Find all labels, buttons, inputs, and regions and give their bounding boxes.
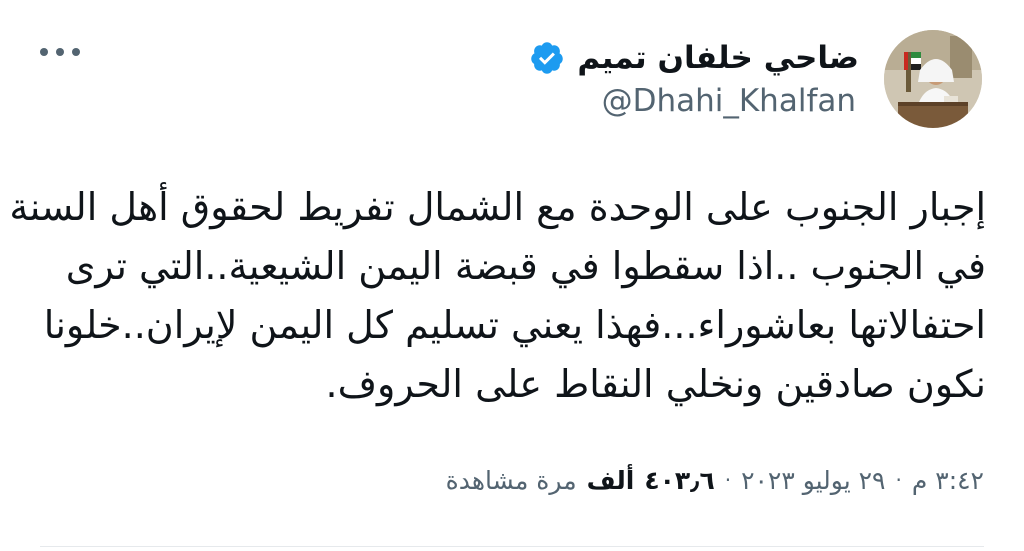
tweet-text-line: في الجنوب ..اذا سقطوا في قبضة اليمن الشي… xyxy=(65,244,986,288)
meta-separator: · xyxy=(895,468,902,492)
more-options-icon[interactable] xyxy=(40,38,80,66)
tweet-text-line: إجبار الجنوب على الوحدة مع الشمال تفريط … xyxy=(9,185,986,229)
tweet-date[interactable]: ٢٩ يوليو ٢٠٢٣ xyxy=(741,466,885,495)
views-label: مرة مشاهدة xyxy=(445,465,577,495)
tweet-meta: ٣:٤٢ م · ٢٩ يوليو ٢٠٢٣ · ٤٠٣٫٦ ألف مرة م… xyxy=(446,462,984,498)
author-handle[interactable]: @Dhahi_Khalfan xyxy=(602,83,856,119)
verified-badge-icon xyxy=(531,42,564,74)
tweet-text-line: نكون صادقين ونخلي النقاط على الحروف. xyxy=(325,362,986,406)
avatar[interactable] xyxy=(884,30,982,128)
author-name-row[interactable]: ضاحي خلفان تميم xyxy=(529,36,859,80)
profile-photo-icon xyxy=(884,30,982,128)
divider xyxy=(40,546,984,547)
views-unit: ألف xyxy=(586,465,635,495)
tweet-text-line: احتفالاتها بعاشوراء...فهذا يعني تسليم كل… xyxy=(43,303,986,347)
author-display-name[interactable]: ضاحي خلفان تميم xyxy=(577,40,859,76)
tweet-text: إجبار الجنوب على الوحدة مع الشمال تفريط … xyxy=(9,178,986,414)
more-dot xyxy=(56,48,64,56)
more-dot xyxy=(72,48,80,56)
tweet-time[interactable]: ٣:٤٢ م xyxy=(912,466,984,495)
tweet-card: ضاحي خلفان تميم @Dhahi_Khalfan إجبار الج… xyxy=(0,0,1024,551)
more-dot xyxy=(40,48,48,56)
meta-separator: · xyxy=(724,468,732,492)
views-count[interactable]: ٤٠٣٫٦ xyxy=(644,466,714,495)
